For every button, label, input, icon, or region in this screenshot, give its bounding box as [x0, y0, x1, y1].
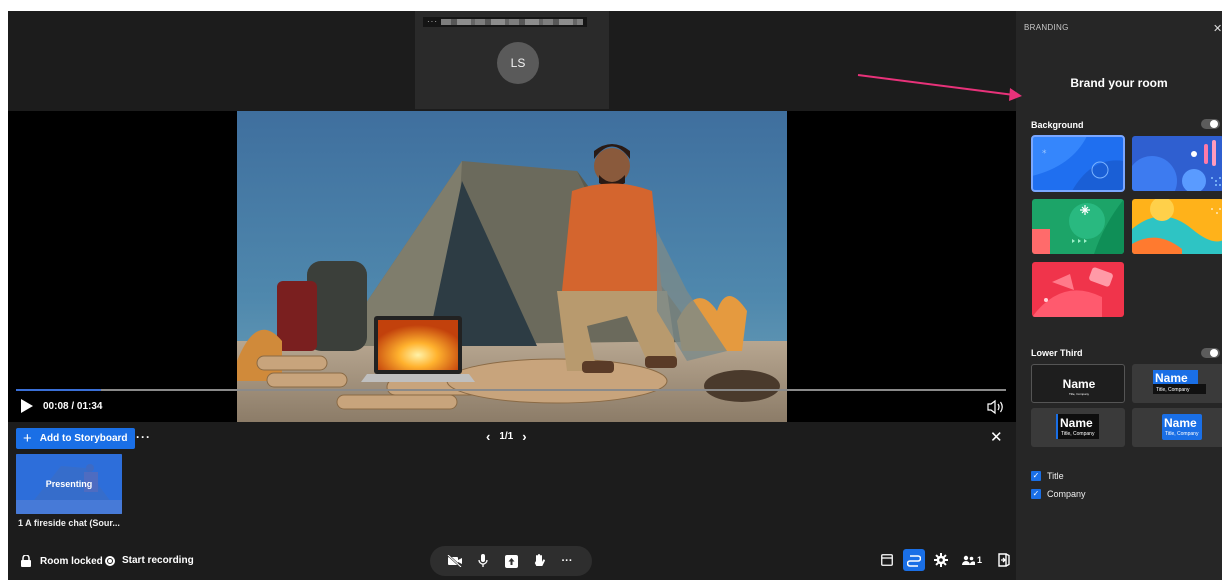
video-player: 00:08 / 01:34 — [8, 111, 1016, 422]
lower-third-option-blue-card[interactable]: Name Title, Company — [1132, 408, 1222, 447]
chevron-right-icon[interactable]: › — [522, 429, 526, 444]
lower-third-name: Name — [1060, 416, 1093, 430]
start-recording-button[interactable]: Start recording — [105, 555, 194, 566]
participant-name-bar: ··· — [423, 17, 587, 27]
storyboard-pager: ‹ 1/1 › — [486, 429, 527, 444]
raise-hand-button[interactable] — [530, 552, 548, 570]
close-panel-icon[interactable]: ✕ — [1213, 22, 1222, 35]
presenting-badge: Presenting — [16, 454, 122, 514]
background-preview — [1132, 136, 1222, 191]
play-button[interactable] — [20, 399, 34, 413]
lower-third-sub: Title, Company — [1165, 431, 1199, 437]
stage: ··· LS 00:08 / 01:34 + Add to Storyboard… — [8, 11, 1016, 580]
background-option-green[interactable] — [1032, 199, 1124, 254]
add-to-storyboard-button[interactable]: + Add to Storyboard — [16, 428, 135, 449]
lower-third-option-dark-block[interactable]: Name Title, Company — [1031, 408, 1125, 447]
room-locked-label: Room locked — [40, 555, 103, 567]
storyboard-item-caption: 1 A fireside chat (Sour... — [18, 518, 120, 528]
media-controls: ··· — [430, 546, 592, 576]
participants-button[interactable]: 1 — [957, 549, 987, 571]
layout-button[interactable] — [876, 549, 898, 571]
app-window: ··· LS 00:08 / 01:34 + Add to Storyboard… — [8, 11, 1222, 580]
storyboard-item[interactable]: Presenting — [16, 454, 122, 514]
microphone-button[interactable] — [474, 552, 492, 570]
hand-icon — [534, 554, 545, 566]
people-icon — [961, 555, 975, 565]
checkmark-icon: ✓ — [1031, 471, 1041, 481]
lock-icon — [21, 555, 31, 567]
gear-icon — [934, 553, 948, 567]
background-preview — [1032, 262, 1124, 317]
storyboard-toolbar: + Add to Storyboard ··· ‹ 1/1 › ✕ — [8, 424, 1016, 454]
close-storyboard-icon[interactable]: ✕ — [990, 428, 1003, 446]
playback-time: 00:08 / 01:34 — [43, 401, 103, 412]
title-checkbox-label: Title — [1047, 471, 1064, 481]
add-to-storyboard-label: Add to Storyboard — [39, 433, 128, 444]
lower-third-toggle[interactable] — [1201, 348, 1220, 358]
company-checkbox[interactable]: ✓ Company — [1031, 489, 1086, 499]
checkmark-icon: ✓ — [1031, 489, 1041, 499]
background-preview: * — [1032, 136, 1124, 191]
play-icon — [21, 399, 33, 413]
background-option-blue-waves[interactable]: * — [1031, 135, 1125, 192]
chevron-left-icon[interactable]: ‹ — [486, 429, 490, 444]
more-controls-button[interactable]: ··· — [558, 552, 576, 570]
company-checkbox-label: Company — [1047, 489, 1086, 499]
blurred-participant-name — [441, 19, 583, 25]
branding-panel: BRANDING ✕ Brand your room Background * — [1016, 11, 1222, 580]
background-preview — [1132, 199, 1222, 254]
panel-header: BRANDING — [1024, 23, 1069, 32]
background-preview — [1032, 199, 1124, 254]
panel-title: Brand your room — [1070, 76, 1168, 90]
storyboard-more-button[interactable]: ··· — [136, 430, 151, 444]
plus-icon: + — [23, 429, 32, 447]
layout-icon — [881, 554, 893, 566]
speaker-icon — [987, 399, 1003, 415]
background-option-blue-shapes[interactable] — [1132, 136, 1222, 191]
title-checkbox[interactable]: ✓ Title — [1031, 471, 1064, 481]
lower-third-section-label: Lower Third — [1031, 348, 1083, 358]
lower-third-sub: Title, Company — [1156, 387, 1190, 393]
participant-count: 1 — [976, 555, 982, 565]
bottom-toolbar: Room locked Start recording ··· 1 — [8, 541, 1016, 580]
microphone-icon — [478, 554, 488, 567]
lower-third-name: Name — [1155, 371, 1188, 385]
participant-menu-icon[interactable]: ··· — [427, 18, 438, 26]
page-indicator: 1/1 — [499, 431, 514, 442]
lower-third-option-plain[interactable]: Name Title, Company — [1031, 364, 1125, 403]
settings-button[interactable] — [930, 549, 952, 571]
start-recording-label: Start recording — [122, 555, 194, 566]
lower-third-option-blue-block[interactable]: Name Title, Company — [1132, 364, 1222, 403]
background-section-label: Background — [1031, 120, 1084, 130]
background-option-orange[interactable] — [1132, 199, 1222, 254]
participant-tile[interactable]: ··· LS — [415, 11, 609, 109]
share-screen-icon — [504, 554, 518, 568]
leave-room-button[interactable] — [992, 549, 1014, 571]
branding-icon — [907, 555, 921, 567]
camera-toggle-button[interactable] — [446, 552, 464, 570]
progress-fill — [16, 389, 102, 391]
camera-off-icon — [447, 555, 462, 567]
background-toggle[interactable] — [1201, 119, 1220, 129]
exit-door-icon — [997, 553, 1010, 567]
share-screen-button[interactable] — [502, 552, 520, 570]
background-option-red[interactable] — [1032, 262, 1124, 317]
avatar: LS — [497, 42, 539, 84]
svg-text:*: * — [1042, 149, 1047, 159]
room-locked-button[interactable]: Room locked — [20, 555, 103, 567]
lower-third-name: Name — [1164, 416, 1197, 430]
video-frame[interactable] — [237, 111, 787, 422]
lower-third-sub: Title, Company — [1068, 392, 1090, 396]
progress-bar[interactable] — [16, 389, 1006, 391]
lower-third-name: Name — [1062, 377, 1096, 391]
right-tools: 1 — [876, 549, 1014, 571]
record-icon — [105, 555, 115, 566]
campfire-video-scene — [237, 111, 787, 422]
lower-third-sub: Title, Company — [1061, 431, 1095, 437]
volume-button[interactable] — [987, 399, 1005, 415]
branding-button[interactable] — [903, 549, 925, 571]
